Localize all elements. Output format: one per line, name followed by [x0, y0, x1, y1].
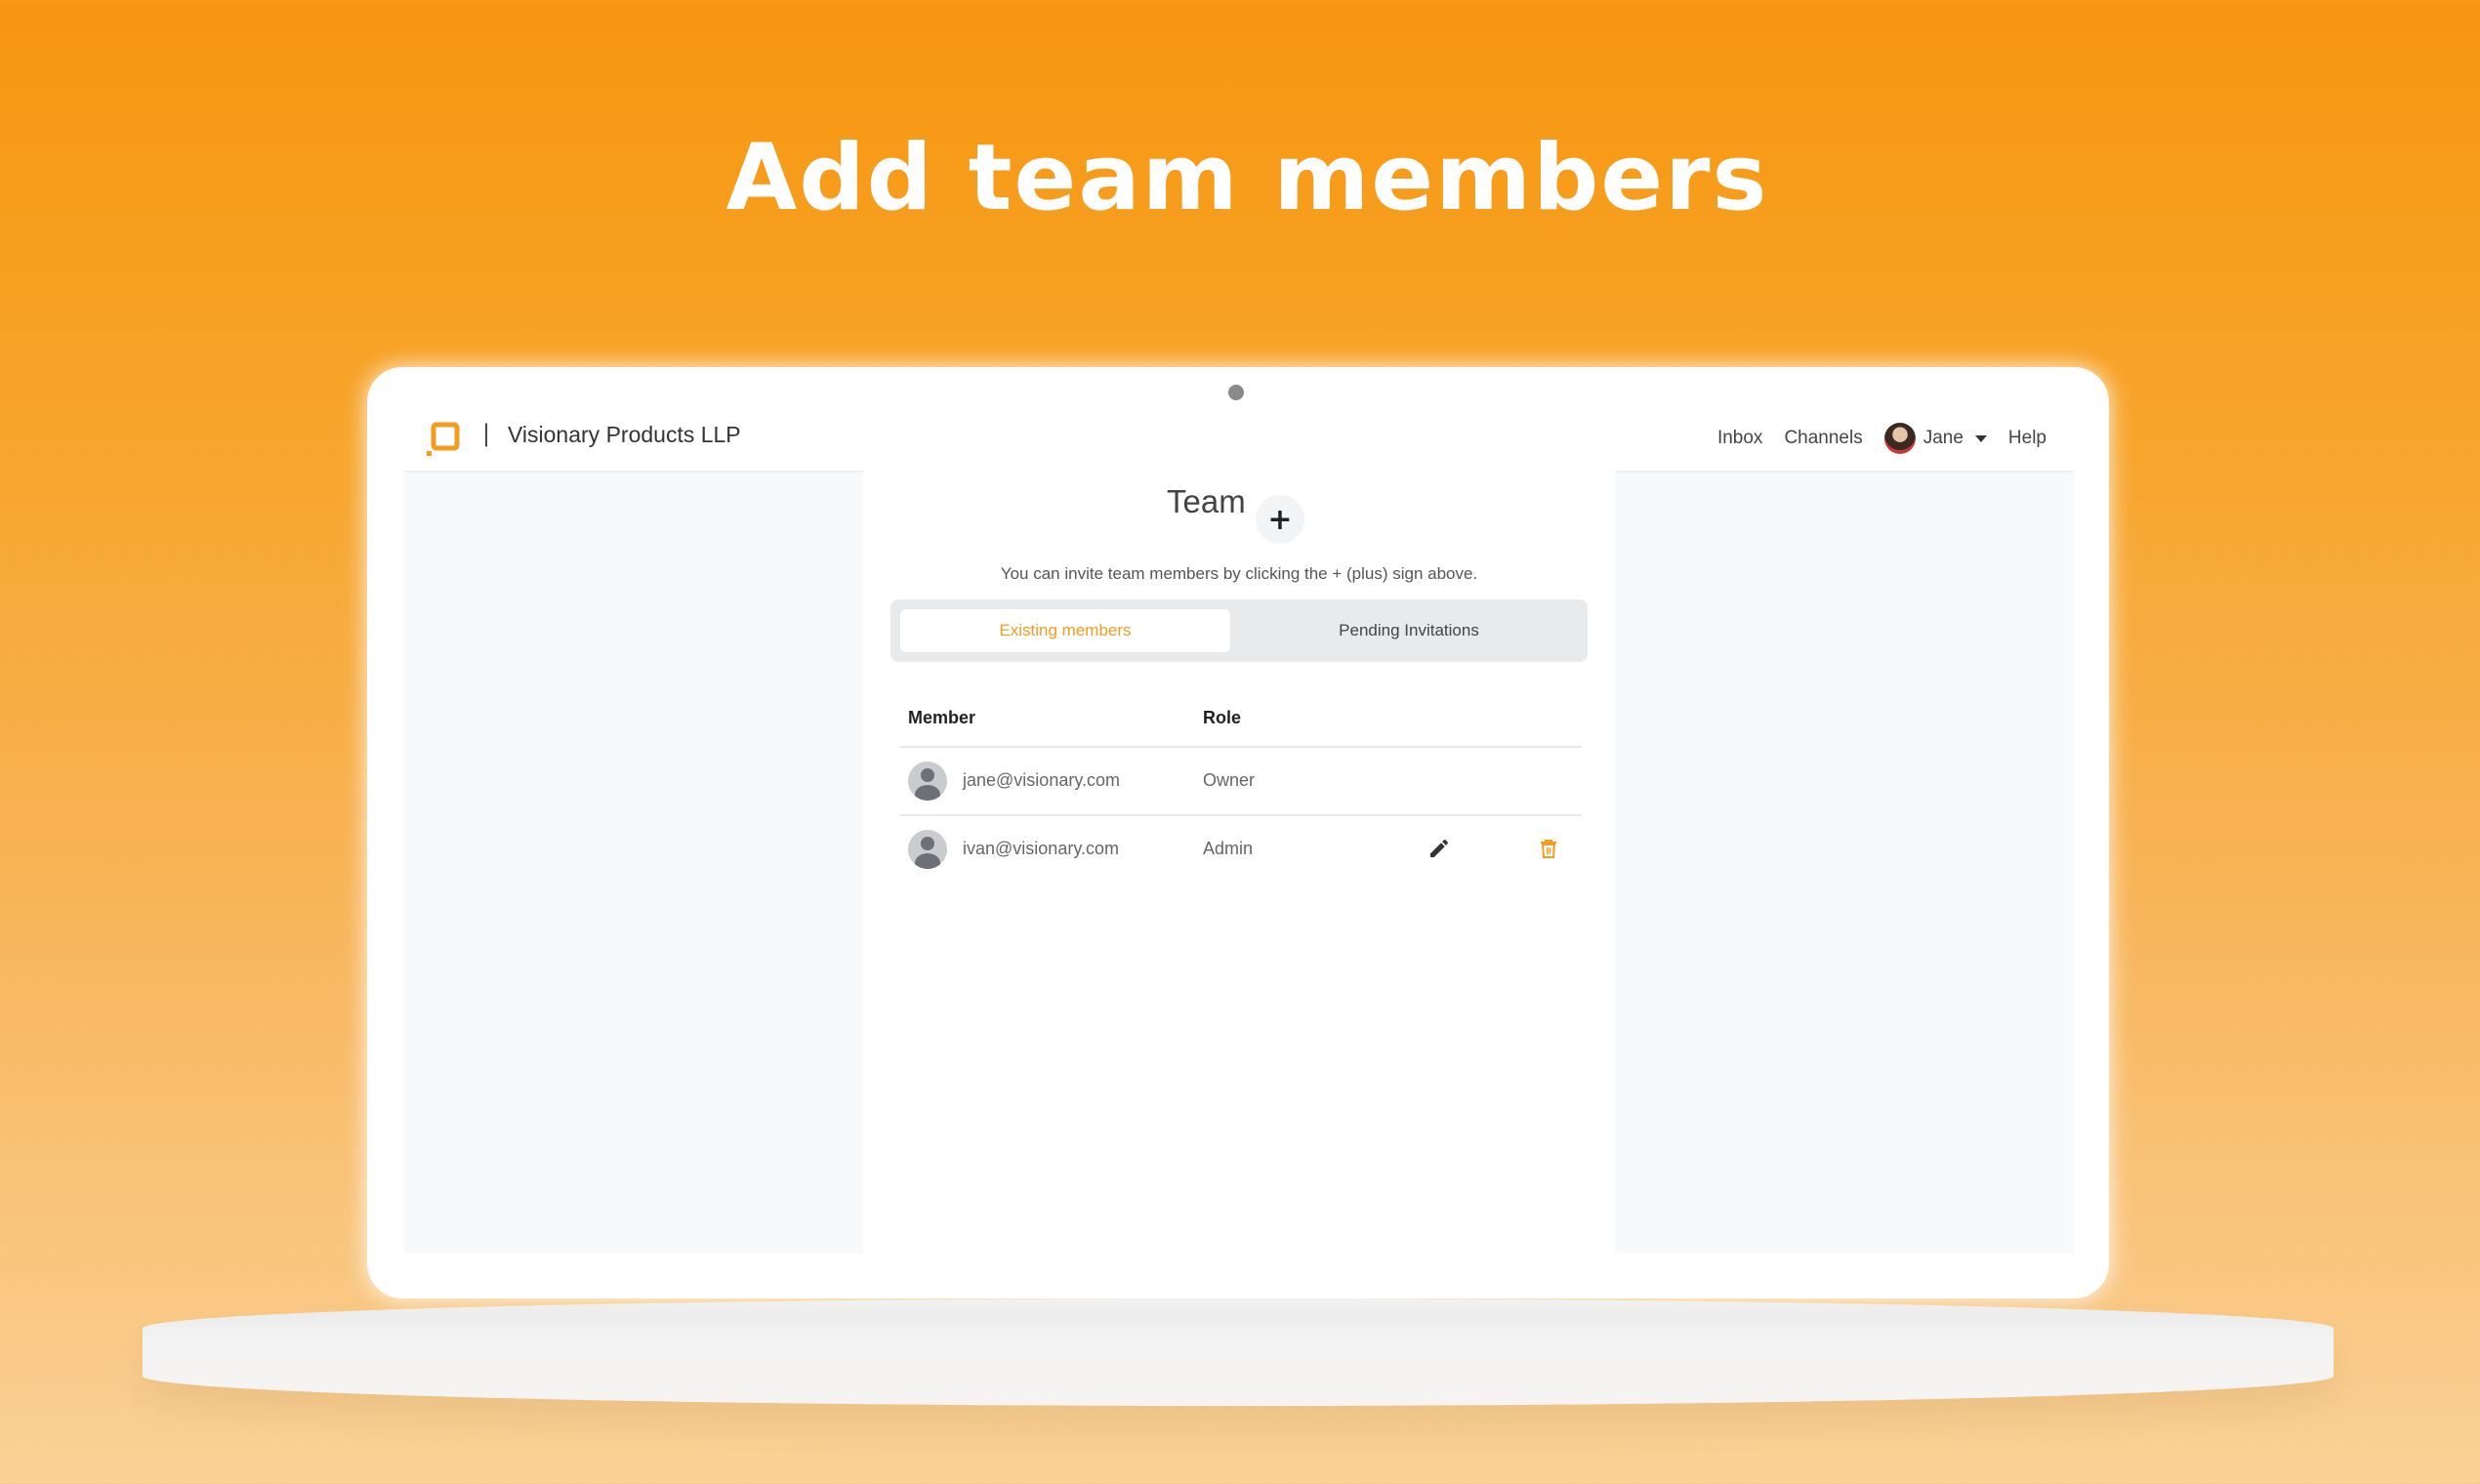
- member-email: ivan@visionary.com: [963, 839, 1119, 858]
- tab-existing-members[interactable]: Existing members: [900, 609, 1230, 652]
- nav-inbox[interactable]: Inbox: [1717, 428, 1762, 449]
- edit-icon[interactable]: [1427, 837, 1451, 860]
- member-role: Owner: [1203, 770, 1256, 790]
- user-avatar-icon: [908, 762, 947, 801]
- tab-pending-invitations[interactable]: Pending Invitations: [1240, 609, 1578, 652]
- table-row: jane@visionary.com Owner: [900, 748, 1582, 816]
- table-header: Member Role: [900, 690, 1582, 748]
- app-screen: | Visionary Products LLP Inbox Channels …: [404, 406, 2074, 1254]
- caret-down-icon: [1974, 434, 1987, 442]
- laptop-base: [143, 1298, 2334, 1406]
- avatar: [1883, 423, 1916, 454]
- delete-icon[interactable]: [1537, 837, 1560, 860]
- brand-separator: |: [482, 420, 491, 447]
- navbar: | Visionary Products LLP Inbox Channels …: [404, 406, 2074, 473]
- plus-icon: +: [1267, 502, 1293, 537]
- member-email: jane@visionary.com: [963, 770, 1120, 790]
- nav-links: Inbox Channels Jane Help: [1717, 406, 2046, 471]
- column-member: Member: [908, 708, 976, 727]
- logo-icon[interactable]: [424, 419, 463, 458]
- nav-channels[interactable]: Channels: [1784, 428, 1862, 449]
- laptop-frame: | Visionary Products LLP Inbox Channels …: [367, 367, 2109, 1298]
- table-row: ivan@visionary.com Admin: [900, 816, 1582, 883]
- user-menu[interactable]: Jane: [1883, 423, 1987, 454]
- user-name: Jane: [1922, 428, 1963, 448]
- invite-hint: You can invite team members by clicking …: [1000, 564, 1478, 583]
- team-panel: Team + You can invite team members by cl…: [863, 471, 1615, 1254]
- page-title: Team: [1167, 483, 1246, 519]
- nav-help[interactable]: Help: [2008, 428, 2046, 449]
- member-role: Admin: [1203, 839, 1254, 858]
- add-member-button[interactable]: +: [1256, 495, 1304, 544]
- camera-dot: [1228, 385, 1244, 400]
- members-table: Member Role jane@visionary.com Owner iva…: [900, 690, 1582, 883]
- company-name: Visionary Products LLP: [508, 422, 741, 447]
- user-avatar-icon: [908, 830, 947, 869]
- column-role: Role: [1203, 708, 1242, 727]
- member-tabs: Existing members Pending Invitations: [890, 599, 1588, 662]
- page-headline: Add team members: [725, 125, 1769, 231]
